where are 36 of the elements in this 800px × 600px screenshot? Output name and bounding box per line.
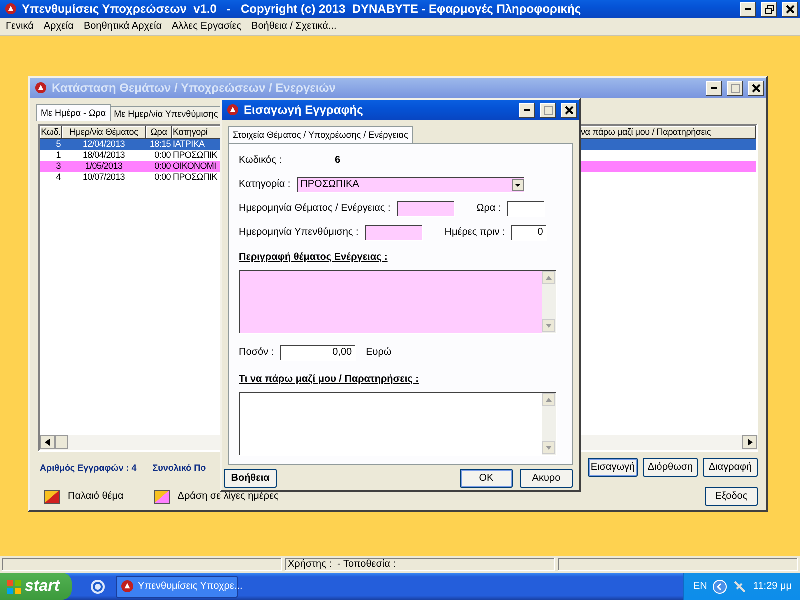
status-panel: Χρήστης : - Τοποθεσία : — [285, 558, 555, 571]
window-title: Κατάσταση Θεμάτων / Υποχρεώσεων / Ενεργειών — [52, 81, 337, 95]
table-cell-text: 0:00 — [154, 150, 172, 161]
currency-label: Ευρώ — [366, 347, 392, 358]
field-label: Ημερομηνία Θέματος / Ενέργειας : — [239, 203, 391, 214]
legend-label: Δράση σε λίγες ημέρες — [178, 491, 279, 502]
table-cell: ΠΡΟΣΩΠΙΚ — [172, 172, 218, 183]
table-cell-text: 18/04/2013 — [82, 150, 126, 161]
table-cell-text: 3 — [55, 161, 62, 172]
field-label: Κατηγορία : — [239, 179, 291, 190]
field-label: Ημερομηνία Υπενθύμισης : — [239, 227, 359, 238]
total-label: Συνολικό Πο — [152, 462, 206, 472]
legend-label: Παλαιό θέμα — [68, 491, 124, 502]
field-label: Κωδικός : — [239, 155, 283, 166]
window-title: Υπενθυμίσεις Υποχρεώσεων v1.0 - Copyright (c) 2013 DYNABYTE - Εφαρμογές Πληροφορικής — [22, 2, 582, 16]
table-cell-text: 0:00 — [154, 172, 172, 183]
table-cell-text: 10/07/2013 — [82, 172, 126, 183]
section-label: Περιγραφή θέματος Ενέργειας : — [239, 252, 388, 263]
table-cell-text: 1 — [55, 150, 62, 161]
field-label: Ημέρες πριν : — [444, 227, 506, 238]
table-cell-text: 4 — [55, 172, 62, 183]
table-cell-text: 5 — [55, 139, 62, 150]
table-cell: ΠΡΟΣΩΠΙΚ — [172, 150, 218, 161]
field-label: Ποσόν : — [239, 347, 274, 358]
table-cell: ΙΑΤΡΙΚΑ — [172, 139, 206, 150]
table-cell-text: 18:15 — [148, 139, 172, 150]
section-label: Τι να πάρω μαζί μου / Παρατηρήσεις : — [239, 374, 419, 385]
dialog-title: Εισαγωγή Εγγραφής — [244, 103, 364, 117]
clock: 11:29 μμ — [753, 581, 792, 592]
field-label: Ωρα : — [476, 203, 502, 214]
table-cell-text: 1/05/2013 — [84, 161, 124, 172]
code-value: 6 — [335, 155, 341, 166]
table-cell: ΟΙΚΟΝΟΜΙ — [172, 161, 218, 172]
table-cell-text: 0:00 — [154, 161, 172, 172]
table-cell-text: 12/04/2013 — [82, 139, 126, 150]
record-count: Αριθμός Εγγραφών : 4 — [40, 462, 137, 472]
